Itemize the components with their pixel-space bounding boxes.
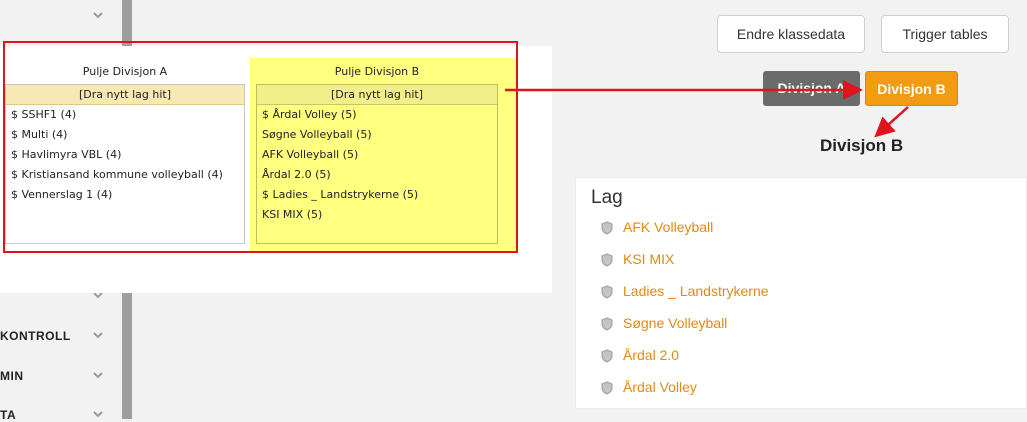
team-link[interactable]: Ladies _ Landstrykerne <box>601 283 769 303</box>
tab-divisjon-a[interactable]: Divisjon A <box>763 71 860 106</box>
shield-icon <box>601 221 613 235</box>
edit-class-data-button[interactable]: Endre klassedata <box>717 15 865 53</box>
team-link[interactable]: Søgne Volleyball <box>601 315 727 335</box>
shield-icon <box>601 381 613 395</box>
team-link[interactable]: Årdal Volley <box>601 379 697 399</box>
team-link[interactable]: AFK Volleyball <box>601 219 713 239</box>
shield-icon <box>601 253 613 267</box>
trigger-tables-button[interactable]: Trigger tables <box>881 15 1009 53</box>
shield-icon <box>601 285 613 299</box>
team-list-card: Lag AFK Volleyball KSI MIX Ladies _ Land… <box>575 177 1027 409</box>
team-link-label[interactable]: Årdal 2.0 <box>623 347 679 363</box>
chevron-down-icon[interactable] <box>92 330 103 340</box>
sidebar-item-ta[interactable]: TA <box>0 408 16 422</box>
tab-divisjon-b[interactable]: Divisjon B <box>865 71 958 106</box>
shield-icon <box>601 317 613 331</box>
team-link-label[interactable]: KSI MIX <box>623 251 674 267</box>
team-list-title: Lag <box>591 187 623 208</box>
team-link-label[interactable]: Søgne Volleyball <box>623 315 727 331</box>
chevron-down-icon[interactable] <box>92 409 103 419</box>
team-link-label[interactable]: Ladies _ Landstrykerne <box>623 283 769 299</box>
team-link[interactable]: KSI MIX <box>601 251 674 271</box>
team-link[interactable]: Årdal 2.0 <box>601 347 679 367</box>
annotation-highlight-box <box>3 41 518 253</box>
chevron-down-icon[interactable] <box>92 10 103 20</box>
selected-division-heading: Divisjon B <box>820 136 904 155</box>
sidebar-item-min[interactable]: MIN <box>0 369 24 383</box>
sidebar-item-kontroll[interactable]: KONTROLL <box>0 329 71 343</box>
team-link-label[interactable]: Årdal Volley <box>623 379 697 395</box>
team-link-label[interactable]: AFK Volleyball <box>623 219 713 235</box>
chevron-down-icon[interactable] <box>92 370 103 380</box>
shield-icon <box>601 349 613 363</box>
arrow-to-heading <box>874 106 909 138</box>
